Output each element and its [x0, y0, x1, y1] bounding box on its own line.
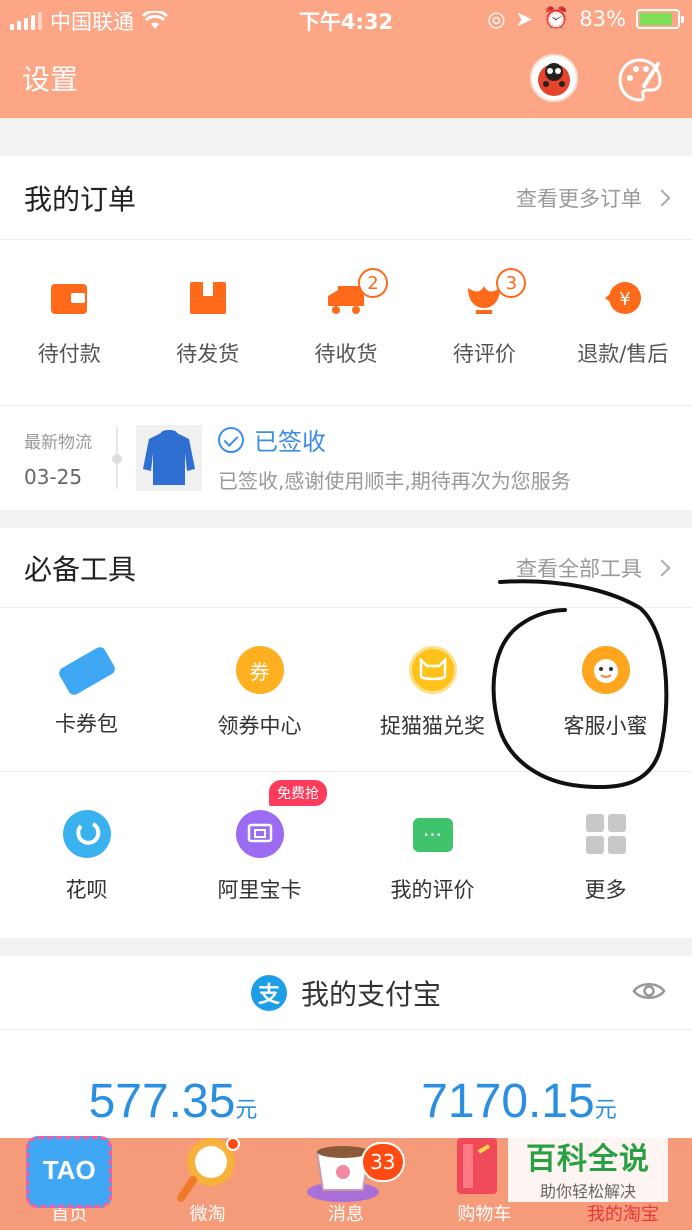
coupon-icon: 券	[235, 646, 284, 694]
delivery-status: 已签收	[218, 422, 571, 457]
tool-label: 花呗	[65, 878, 108, 902]
chat-bubble-icon: ···	[412, 818, 453, 852]
logistics-date: 03-25	[24, 464, 83, 489]
balance-unit: 元	[594, 1098, 617, 1123]
all-tools-label: 查看全部工具	[516, 556, 642, 581]
alipay-header[interactable]: 支 我的支付宝	[0, 956, 692, 1030]
status-bar: 中国联通 下午4:32 ◎ ➤ ⏰ 83%	[0, 0, 692, 38]
tool-customer-service[interactable]: 客服小蜜	[519, 608, 692, 772]
order-label: 待评价	[452, 342, 516, 366]
tool-label: 领券中心	[217, 714, 302, 738]
more-orders-link[interactable]: 查看更多订单	[516, 183, 671, 213]
tab-weitao[interactable]: 微淘	[138, 1137, 276, 1230]
order-pending-shipment[interactable]: 待发货	[138, 240, 276, 405]
chevron-right-icon	[653, 189, 671, 206]
delivery-status-label: 已签收	[254, 428, 326, 456]
orders-card: 我的订单 查看更多订单 待付款 待发货 2 待收货 3 待评价 ¥ 退款/售后 …	[0, 156, 692, 510]
tab-label: 我的淘宝	[586, 1204, 659, 1225]
wallet-icon	[51, 284, 88, 314]
orders-header: 我的订单 查看更多订单	[0, 156, 692, 240]
huabei-icon	[62, 810, 111, 858]
tool-label: 客服小蜜	[563, 714, 648, 738]
order-label: 待收货	[314, 342, 378, 366]
tool-label: 更多	[584, 878, 627, 902]
grid-icon	[585, 814, 626, 854]
alarm-icon: ⏰	[543, 6, 570, 30]
tab-home[interactable]: TAO 首页	[0, 1136, 138, 1230]
tools-title: 必备工具	[24, 552, 137, 586]
balance-value: 7170.15	[421, 1075, 595, 1128]
lock-rotation-icon: ◎	[487, 6, 506, 31]
ticket-icon	[56, 645, 117, 697]
badge-count: 2	[358, 268, 389, 298]
ladybug-avatar-icon	[538, 63, 570, 96]
cat-face-icon	[408, 646, 457, 694]
order-pending-payment[interactable]: 待付款	[0, 240, 138, 405]
tab-messages[interactable]: 33 消息	[277, 1138, 415, 1230]
battery-percent: 83%	[579, 6, 626, 31]
check-circle-icon	[218, 426, 244, 453]
chevron-right-icon	[653, 559, 671, 576]
logistics-row[interactable]: 最新物流 03-25 已签收 已签收,感谢使用顺丰,期待再次为您服务	[0, 406, 692, 510]
order-label: 退款/售后	[577, 342, 669, 366]
tool-coupon-center[interactable]: 券 领券中心	[173, 608, 346, 772]
all-tools-link[interactable]: 查看全部工具	[516, 553, 671, 583]
tools-row: 花呗 免费抢 阿里宝卡 ··· 我的评价 更多	[0, 772, 692, 936]
magnifier-toy-icon	[165, 1132, 251, 1204]
order-label: 待付款	[37, 342, 101, 366]
alipay-title: 我的支付宝	[300, 977, 441, 1011]
skin-palette-icon[interactable]	[616, 56, 664, 104]
tool-more[interactable]: 更多	[519, 772, 692, 936]
watermark: 百科全说 助你轻松解决	[508, 1134, 668, 1202]
badge-count: 3	[496, 268, 527, 298]
eye-icon[interactable]	[632, 980, 666, 1002]
watermark-subtitle: 助你轻松解决	[539, 1182, 636, 1201]
more-orders-label: 查看更多订单	[516, 186, 642, 211]
header-bar: 设置	[0, 38, 692, 118]
order-pending-review[interactable]: 3 待评价	[415, 240, 553, 405]
product-thumbnail	[136, 425, 202, 491]
balance-value: 577.35	[88, 1075, 236, 1128]
order-refund[interactable]: ¥ 退款/售后	[554, 240, 692, 405]
order-label: 待发货	[176, 342, 240, 366]
tool-catch-cat[interactable]: 捉猫猫兑奖	[346, 608, 519, 772]
tool-label: 捉猫猫兑奖	[380, 714, 485, 738]
sim-card-icon	[235, 810, 284, 858]
order-status-row: 待付款 待发货 2 待收货 3 待评价 ¥ 退款/售后	[0, 240, 692, 406]
tao-sign-icon: TAO	[26, 1136, 113, 1208]
tools-row: 卡券包 券 领券中心 捉猫猫兑奖 客服小蜜	[0, 608, 692, 772]
order-pending-receipt[interactable]: 2 待收货	[277, 240, 415, 405]
svg-text:¥: ¥	[619, 289, 630, 310]
tool-ali-card[interactable]: 免费抢 阿里宝卡	[173, 772, 346, 936]
tool-my-reviews[interactable]: ··· 我的评价	[346, 772, 519, 936]
box-icon	[189, 282, 226, 314]
tool-label: 我的评价	[390, 878, 475, 902]
battery-icon	[636, 8, 684, 29]
tools-header: 必备工具 查看全部工具	[0, 528, 692, 608]
location-icon: ➤	[515, 6, 534, 31]
alipay-card: 支 我的支付宝 577.35元 7170.15元	[0, 956, 692, 1138]
watermark-title: 百科全说	[526, 1142, 650, 1177]
refund-icon: ¥	[604, 282, 641, 314]
orders-title: 我的订单	[24, 182, 137, 216]
tool-label: 卡券包	[55, 712, 118, 736]
settings-button[interactable]: 设置	[22, 58, 78, 98]
tools-card: 必备工具 查看全部工具 卡券包 券 领券中心 捉猫猫兑奖 客服小蜜 花呗 免费抢…	[0, 528, 692, 938]
promo-badge: 免费抢	[269, 780, 327, 806]
tool-label: 阿里宝卡	[217, 878, 302, 902]
alipay-logo-icon: 支	[250, 974, 287, 1011]
tool-huabei[interactable]: 花呗	[0, 772, 173, 936]
delivery-description: 已签收,感谢使用顺丰,期待再次为您服务	[218, 469, 571, 493]
avatar[interactable]	[530, 54, 578, 102]
logistics-title: 最新物流	[24, 432, 92, 453]
message-badge: 33	[360, 1142, 405, 1182]
tool-card-wallet[interactable]: 卡券包	[0, 608, 173, 772]
blue-hoodie-image	[143, 430, 195, 485]
timeline-divider	[112, 427, 122, 489]
service-bee-icon	[581, 646, 630, 694]
balance-unit: 元	[235, 1098, 258, 1123]
